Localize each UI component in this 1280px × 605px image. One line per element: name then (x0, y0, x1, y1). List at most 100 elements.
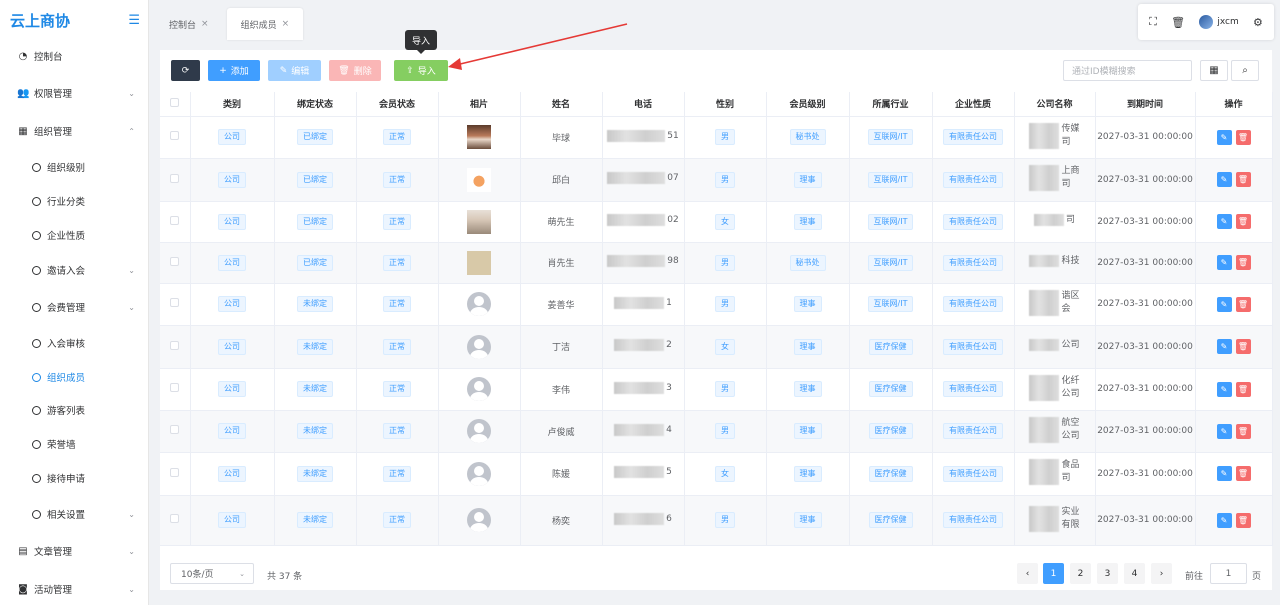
delete-row-button[interactable]: 🗑 (1235, 381, 1251, 397)
sidebar-subitem-org-level[interactable]: 组织级别 (0, 156, 149, 178)
row-checkbox[interactable] (170, 340, 180, 350)
delete-row-button[interactable]: 🗑 (1235, 423, 1251, 439)
member-status-cell: 正常 (356, 158, 439, 202)
menu-toggle-icon[interactable]: ☰ (128, 13, 140, 28)
row-checkbox[interactable] (170, 467, 180, 477)
row-checkbox[interactable] (170, 514, 180, 523)
row-select-cell[interactable] (160, 325, 191, 369)
company-cell: 谐区会 (1014, 283, 1096, 326)
table-row[interactable]: 公司 已绑定 正常 邱白 07 男 理事 互联网/IT 有限责任公司 上商司 2… (160, 158, 1273, 202)
delete-row-button[interactable]: 🗑 (1235, 214, 1251, 229)
edit-row-button[interactable]: ✎ (1216, 296, 1232, 312)
delete-row-button[interactable]: 🗑 (1235, 296, 1251, 312)
sidebar-subitem-company-type[interactable]: 企业性质 (0, 224, 149, 246)
sidebar-subitem-honor-wall[interactable]: 荣誉墙 (0, 433, 149, 455)
row-select-cell[interactable] (160, 410, 191, 453)
redacted-block (614, 296, 665, 309)
settings-icon[interactable]: ⚙ (1253, 16, 1263, 29)
edit-row-button[interactable]: ✎ (1216, 255, 1232, 270)
row-select-cell[interactable] (160, 495, 191, 546)
close-icon[interactable]: × (201, 19, 209, 29)
close-icon[interactable]: × (282, 19, 290, 29)
sidebar-item-activities[interactable]: ◙ 活动管理 ⌄ (0, 578, 149, 600)
sidebar-subitem-members[interactable]: 组织成员 (0, 366, 149, 388)
goto-page-input[interactable]: 1 (1210, 563, 1247, 584)
add-button[interactable]: + 添加 (208, 60, 260, 81)
page-3-button[interactable]: 3 (1097, 563, 1118, 584)
edit-button[interactable]: ✎ 编辑 (268, 60, 321, 81)
row-select-cell[interactable] (160, 368, 191, 411)
table-row[interactable]: 公司 未绑定 正常 丁洁 2 女 理事 医疗保健 有限责任公司 公司 2027-… (160, 325, 1273, 369)
table-row[interactable]: 公司 已绑定 正常 肖先生 98 男 秘书处 互联网/IT 有限责任公司 科技 … (160, 242, 1273, 284)
table-row[interactable]: 公司 未绑定 正常 卢俊威 4 男 理事 医疗保健 有限责任公司 航空 公司 20… (160, 410, 1273, 453)
refresh-button[interactable]: ⟳ (171, 60, 200, 81)
edit-row-button[interactable]: ✎ (1216, 466, 1232, 481)
sidebar-item-permissions[interactable]: 👥 权限管理 ⌄ (0, 82, 149, 104)
user-menu[interactable]: jxcm (1199, 15, 1239, 29)
row-select-cell[interactable] (160, 283, 191, 326)
delete-row-button[interactable]: 🗑 (1235, 129, 1251, 145)
page-4-button[interactable]: 4 (1124, 563, 1145, 584)
tab-members[interactable]: 组织成员 × (226, 8, 304, 40)
prev-page-button[interactable]: ‹ (1017, 563, 1038, 584)
phone-tail: 4 (666, 424, 672, 435)
page-size-select[interactable]: 10条/页 ⌄ (170, 563, 254, 584)
sidebar-subitem-visitors[interactable]: 游客列表 (0, 399, 149, 421)
sidebar-subitem-reception[interactable]: 接待申请 (0, 467, 149, 489)
search-button[interactable]: ⌕ (1231, 60, 1259, 81)
row-select-cell[interactable] (160, 242, 191, 284)
row-checkbox[interactable] (170, 215, 180, 225)
edit-row-button[interactable]: ✎ (1216, 423, 1232, 439)
row-select-cell[interactable] (160, 452, 191, 496)
annotation-arrow-icon (448, 23, 628, 70)
select-all-cell[interactable] (160, 92, 191, 117)
sidebar-item-articles[interactable]: ▤ 文章管理 ⌄ (0, 540, 149, 562)
row-checkbox[interactable] (170, 256, 180, 266)
table-row[interactable]: 公司 未绑定 正常 陈媛 5 女 理事 医疗保健 有限责任公司 食品司 2027… (160, 452, 1273, 496)
company-name-part: 实业 (1061, 506, 1080, 517)
delete-row-button[interactable]: 🗑 (1235, 255, 1251, 270)
sidebar-subitem-invite[interactable]: 邀请入会 ⌄ (0, 259, 149, 281)
edit-row-button[interactable]: ✎ (1216, 129, 1232, 145)
sidebar-subitem-review[interactable]: 入会审核 (0, 332, 149, 354)
edit-row-button[interactable]: ✎ (1216, 512, 1232, 528)
delete-row-button[interactable]: 🗑 (1235, 172, 1251, 187)
edit-row-button[interactable]: ✎ (1216, 214, 1232, 229)
search-input[interactable]: 通过ID模糊搜索 (1063, 60, 1192, 81)
edit-row-button[interactable]: ✎ (1216, 172, 1232, 187)
trash-icon[interactable]: 🗑 (1171, 16, 1185, 29)
row-checkbox[interactable] (170, 383, 180, 392)
sidebar-item-dashboard[interactable]: ◔ 控制台 (0, 45, 149, 67)
row-select-cell[interactable] (160, 158, 191, 202)
row-select-cell[interactable] (160, 201, 191, 243)
page-1-button[interactable]: 1 (1043, 563, 1064, 584)
edit-row-button[interactable]: ✎ (1216, 339, 1232, 354)
row-checkbox[interactable] (170, 425, 180, 434)
delete-row-button[interactable]: 🗑 (1235, 339, 1251, 354)
row-checkbox[interactable] (170, 298, 180, 307)
delete-row-button[interactable]: 🗑 (1235, 466, 1251, 481)
next-page-button[interactable]: › (1151, 563, 1172, 584)
table-row[interactable]: 公司 未绑定 正常 姜善华 1 男 理事 互联网/IT 有限责任公司 谐区会 2… (160, 283, 1273, 326)
column-toggle-button[interactable]: ▦ (1200, 60, 1228, 81)
row-checkbox[interactable] (170, 131, 180, 140)
sidebar-subitem-industry[interactable]: 行业分类 (0, 190, 149, 212)
tab-dashboard[interactable]: 控制台 × (155, 8, 223, 40)
sidebar-subitem-settings[interactable]: 相关设置 ⌄ (0, 503, 149, 525)
company-name-part: 食品 (1061, 460, 1080, 470)
select-all-checkbox[interactable] (170, 97, 180, 107)
table-row[interactable]: 公司 已绑定 正常 毕球 51 男 秘书处 互联网/IT 有限责任公司 传媒司 … (160, 116, 1273, 159)
delete-row-button[interactable]: 🗑 (1235, 512, 1251, 528)
table-row[interactable]: 公司 已绑定 正常 萌先生 02 女 理事 互联网/IT 有限责任公司 司 20… (160, 201, 1273, 243)
delete-button[interactable]: 🗑 删除 (329, 60, 381, 81)
fullscreen-icon[interactable]: ⛶ (1149, 15, 1157, 29)
row-checkbox[interactable] (170, 173, 180, 183)
sidebar-item-organization[interactable]: ▦ 组织管理 ⌃ (0, 120, 149, 142)
table-row[interactable]: 公司 未绑定 正常 李伟 3 男 理事 医疗保健 有限责任公司 化纤 公司 202… (160, 368, 1273, 411)
row-select-cell[interactable] (160, 116, 191, 159)
sidebar-subitem-fees[interactable]: 会费管理 ⌄ (0, 296, 149, 318)
page-2-button[interactable]: 2 (1070, 563, 1091, 584)
member-status-cell: 正常 (356, 410, 439, 453)
table-row[interactable]: 公司 未绑定 正常 杨奕 6 男 理事 医疗保健 有限责任公司 实业 有限 202… (160, 495, 1273, 546)
edit-row-button[interactable]: ✎ (1216, 381, 1232, 397)
